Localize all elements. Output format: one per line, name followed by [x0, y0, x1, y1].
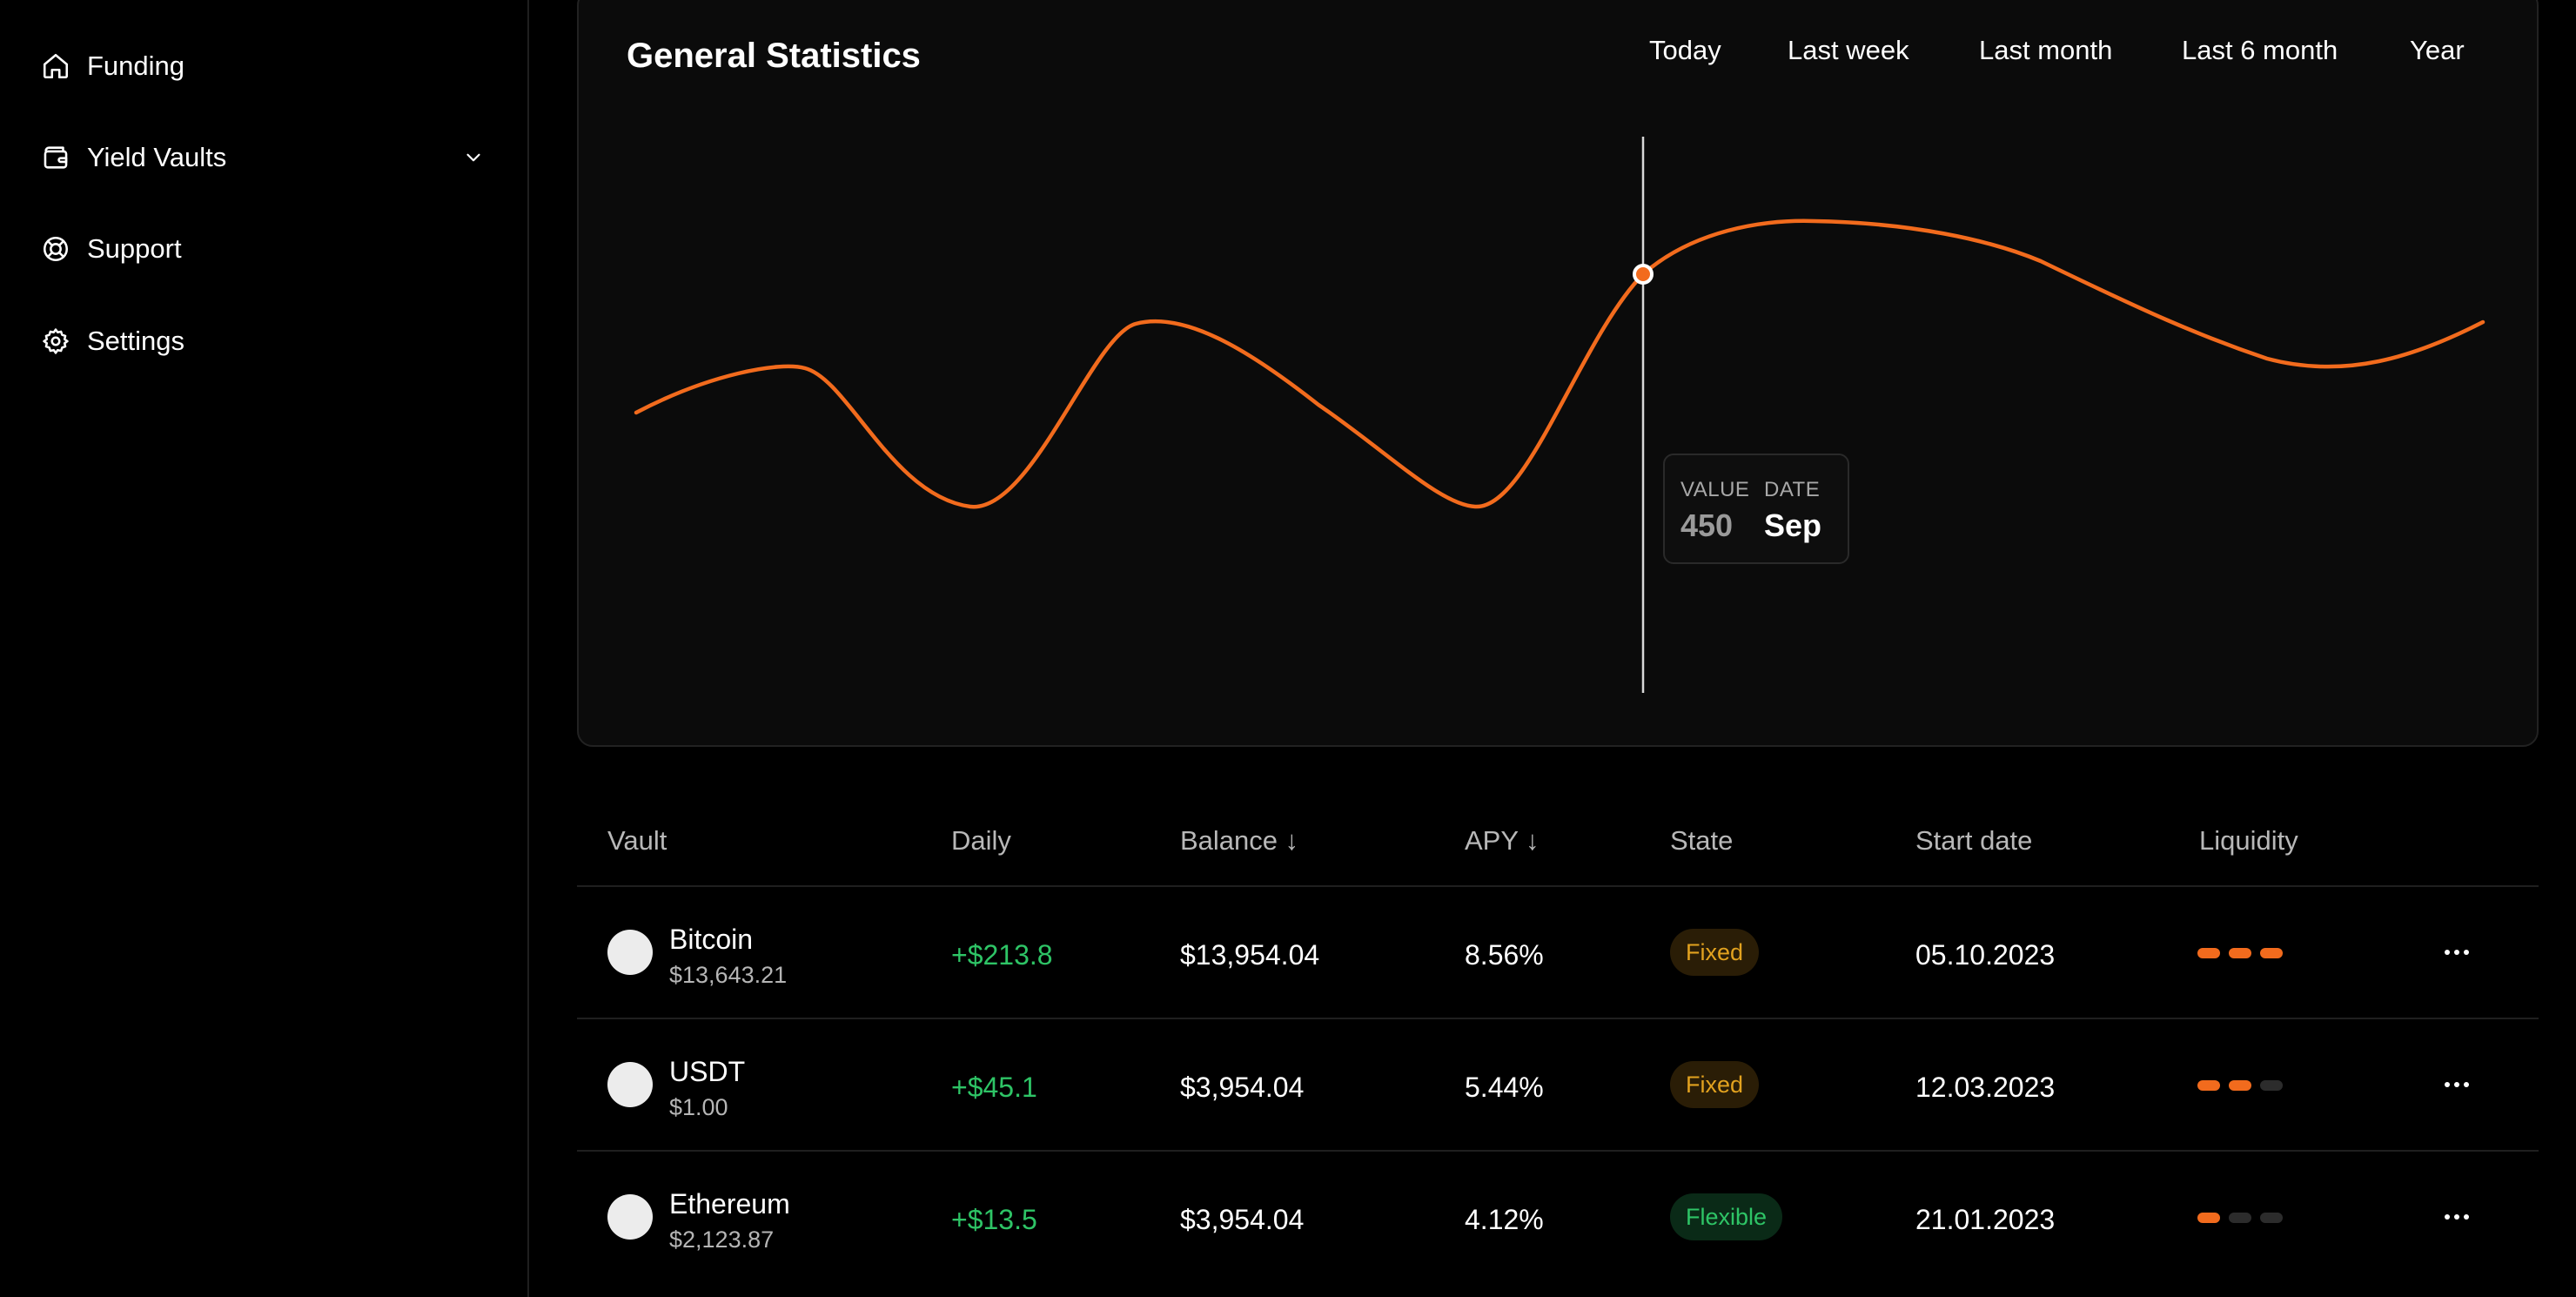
gear-icon [38, 324, 73, 359]
sidebar-item-yield-vaults[interactable]: Yield Vaults [38, 131, 491, 184]
hover-point[interactable] [1633, 264, 1654, 285]
chevron-down-icon[interactable] [456, 140, 491, 175]
sidebar-item-settings[interactable]: Settings [38, 315, 491, 367]
table-row[interactable]: Ethereum $2,123.87 +$13.5 $3,954.04 4.12… [577, 1152, 2539, 1282]
liquidity-bar [2229, 1213, 2251, 1223]
sidebar-item-support[interactable]: Support [38, 223, 491, 275]
chart-tooltip: VALUE DATE 450 Sep [1663, 454, 1849, 564]
liquidity-bar [2197, 948, 2220, 958]
liquidity-bar [2229, 948, 2251, 958]
apy-value: 4.12% [1465, 1204, 1544, 1235]
balance-value: $3,954.04 [1180, 1204, 1305, 1235]
series-line [634, 218, 2485, 509]
column-header-vault: Vault [607, 825, 667, 856]
sidebar-item-label: Settings [87, 326, 185, 356]
lifebuoy-icon [38, 232, 73, 266]
sidebar-item-label: Yield Vaults [87, 142, 227, 172]
column-header-apy[interactable]: APY ↓ [1465, 825, 1540, 857]
balance-value: $13,954.04 [1180, 939, 1320, 971]
sidebar-item-label: Support [87, 233, 182, 264]
statistics-chart [634, 137, 2485, 693]
vault-price: $13,643.21 [669, 962, 788, 988]
state-badge: Fixed [1670, 1061, 1760, 1108]
daily-value: +$213.8 [951, 939, 1053, 971]
liquidity-bar [2260, 948, 2283, 958]
table-row[interactable]: Bitcoin $13,643.21 +$213.8 $13,954.04 8.… [577, 887, 2539, 1018]
vault-price: $1.00 [669, 1094, 728, 1120]
more-options-icon[interactable] [2429, 932, 2485, 972]
start-date-value: 05.10.2023 [1915, 939, 2056, 971]
balance-value: $3,954.04 [1180, 1072, 1305, 1103]
column-header-daily: Daily [951, 825, 1011, 856]
statistics-card: General Statistics Today Last week Last … [577, 0, 2539, 747]
app-root: Funding Yield Vaults Support Settings Ge… [0, 0, 2576, 1297]
sidebar-item-label: Funding [87, 50, 185, 81]
coin-avatar [607, 1062, 653, 1107]
tooltip-date: Sep [1764, 507, 1822, 543]
apy-value: 8.56% [1465, 939, 1544, 971]
coin-avatar [607, 930, 653, 975]
start-date-value: 21.01.2023 [1915, 1204, 2056, 1235]
column-header-state: State [1670, 825, 1734, 856]
start-date-value: 12.03.2023 [1915, 1072, 2056, 1103]
tooltip-date-label: DATE [1764, 478, 1821, 501]
more-options-icon[interactable] [2429, 1065, 2485, 1105]
liquidity-indicator [2197, 948, 2283, 958]
vault-name: USDT [669, 1056, 746, 1087]
vault-price: $2,123.87 [669, 1226, 775, 1253]
tooltip-value: 450 [1680, 507, 1734, 543]
column-header-start-date: Start date [1915, 825, 2033, 856]
table-row[interactable]: USDT $1.00 +$45.1 $3,954.04 5.44% Fixed … [577, 1019, 2539, 1150]
liquidity-bar [2197, 1213, 2220, 1223]
vault-name: Ethereum [669, 1188, 790, 1220]
more-options-icon[interactable] [2429, 1197, 2485, 1237]
daily-value: +$45.1 [951, 1072, 1037, 1103]
vault-name: Bitcoin [669, 924, 754, 955]
state-badge: Fixed [1670, 929, 1760, 976]
daily-value: +$13.5 [951, 1204, 1037, 1235]
sidebar: Funding Yield Vaults Support Settings [0, 0, 529, 1297]
wallet-icon [38, 140, 73, 175]
liquidity-indicator [2197, 1080, 2283, 1091]
apy-value: 5.44% [1465, 1072, 1544, 1103]
liquidity-indicator [2197, 1213, 2283, 1223]
liquidity-bar [2197, 1080, 2220, 1091]
column-header-liquidity: Liquidity [2199, 825, 2298, 856]
liquidity-bar [2260, 1080, 2283, 1091]
state-badge: Flexible [1670, 1193, 1783, 1240]
home-icon [38, 49, 73, 84]
tooltip-value-label: VALUE [1680, 478, 1750, 501]
liquidity-bar [2229, 1080, 2251, 1091]
coin-avatar [607, 1194, 653, 1240]
sidebar-item-funding[interactable]: Funding [38, 40, 491, 92]
column-header-balance[interactable]: Balance ↓ [1180, 825, 1298, 857]
liquidity-bar [2260, 1213, 2283, 1223]
